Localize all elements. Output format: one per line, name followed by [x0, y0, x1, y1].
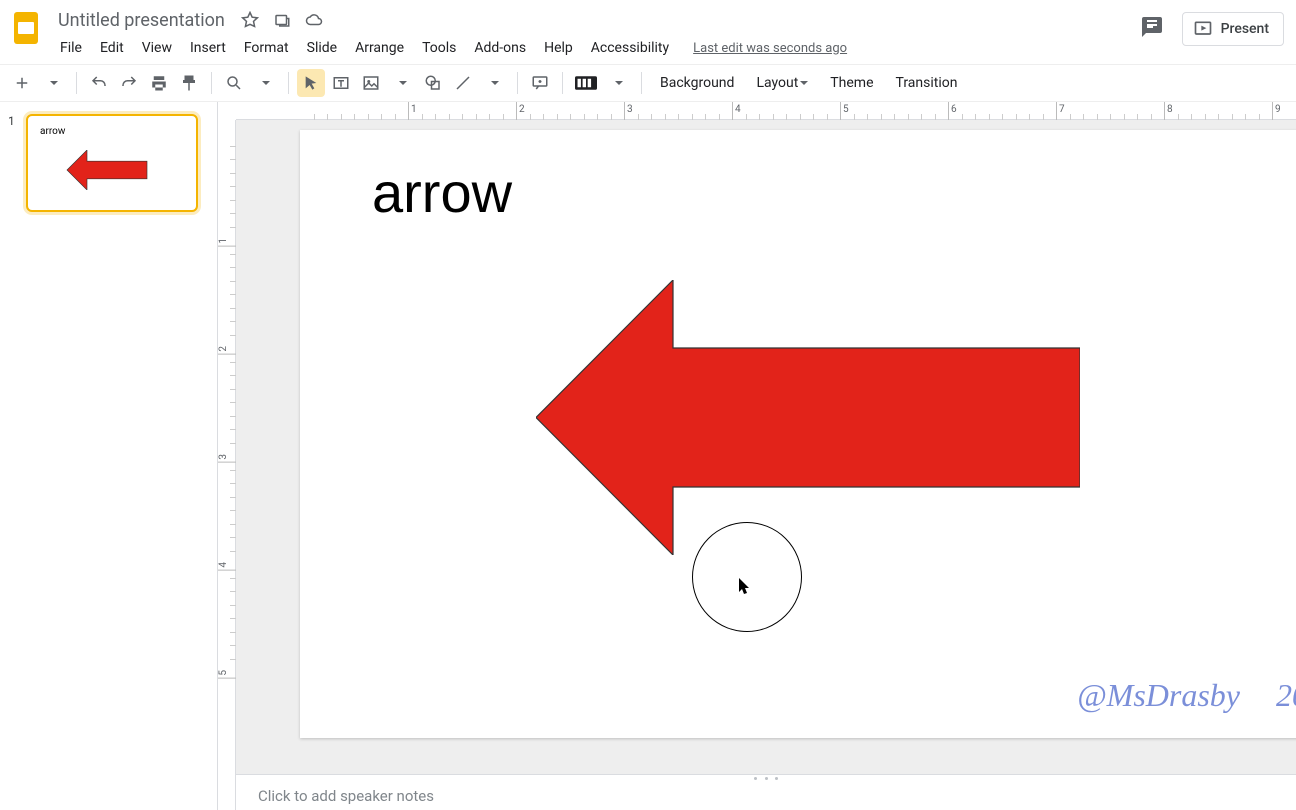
- ruler-tick: 9: [1272, 102, 1281, 120]
- print-button[interactable]: [145, 69, 173, 97]
- toolbar: Background Layout Theme Transition: [0, 64, 1296, 102]
- slide-canvas[interactable]: arrow @MsDrasby 2020: [300, 130, 1296, 738]
- slide-thumbnail[interactable]: 1 arrow: [10, 114, 207, 212]
- cloud-saved-icon[interactable]: [305, 11, 323, 29]
- doc-title[interactable]: Untitled presentation: [52, 8, 231, 33]
- ruler-tick: 7: [1056, 102, 1065, 120]
- vertical-ruler: 1 2 3 4 5: [218, 120, 236, 810]
- ruler-tick: 5: [840, 102, 849, 120]
- thumb-arrow-shape: [66, 150, 148, 194]
- present-button[interactable]: Present: [1182, 12, 1284, 46]
- masking-dropdown[interactable]: [605, 69, 633, 97]
- theme-button[interactable]: Theme: [820, 69, 883, 97]
- highlight-circle: [692, 522, 802, 632]
- horizontal-ruler: 1 2 3 4 5 6 7 8 9: [236, 102, 1296, 120]
- undo-button[interactable]: [85, 69, 113, 97]
- ruler-tick: 3: [218, 454, 236, 463]
- menu-accessibility[interactable]: Accessibility: [583, 36, 677, 60]
- image-tool[interactable]: [357, 69, 385, 97]
- menu-view[interactable]: View: [134, 36, 180, 60]
- move-icon[interactable]: [273, 11, 291, 29]
- line-dropdown[interactable]: [481, 69, 509, 97]
- background-button[interactable]: Background: [650, 69, 744, 97]
- ruler-tick: 1: [408, 102, 417, 120]
- shape-tool[interactable]: [419, 69, 447, 97]
- ruler-tick: 6: [948, 102, 957, 120]
- menu-arrange[interactable]: Arrange: [347, 36, 412, 60]
- slide-filmstrip[interactable]: 1 arrow: [0, 102, 218, 810]
- star-icon[interactable]: [241, 11, 259, 29]
- ruler-tick: 4: [732, 102, 741, 120]
- slides-logo[interactable]: [8, 10, 48, 50]
- menu-file[interactable]: File: [52, 36, 90, 60]
- thumb-number: 1: [8, 114, 15, 128]
- ruler-tick: 2: [218, 346, 236, 355]
- masking-tool[interactable]: [571, 69, 601, 97]
- menu-format[interactable]: Format: [236, 36, 297, 60]
- zoom-button[interactable]: [220, 69, 248, 97]
- thumb-title: arrow: [40, 126, 65, 137]
- ruler-tick: 8: [1164, 102, 1173, 120]
- zoom-dropdown[interactable]: [252, 69, 280, 97]
- ruler-tick: 1: [218, 238, 236, 247]
- ruler-tick: 4: [218, 562, 236, 571]
- ruler-tick: 5: [218, 670, 236, 679]
- menu-help[interactable]: Help: [536, 36, 581, 60]
- speaker-notes[interactable]: Click to add speaker notes: [236, 782, 1296, 810]
- present-label: Present: [1221, 21, 1269, 37]
- last-edit-link[interactable]: Last edit was seconds ago: [693, 41, 847, 56]
- ruler-tick: 3: [624, 102, 633, 120]
- chevron-down-icon: [800, 75, 808, 91]
- transition-button[interactable]: Transition: [886, 69, 968, 97]
- new-slide-dropdown[interactable]: [40, 69, 68, 97]
- ruler-tick: 2: [516, 102, 525, 120]
- menu-tools[interactable]: Tools: [414, 36, 464, 60]
- arrow-shape[interactable]: [536, 280, 1080, 559]
- watermark-text: @MsDrasby 2020: [1077, 677, 1296, 714]
- layout-button[interactable]: Layout: [746, 69, 818, 97]
- redo-button[interactable]: [115, 69, 143, 97]
- paint-format-button[interactable]: [175, 69, 203, 97]
- notes-splitter[interactable]: [236, 774, 1296, 782]
- cursor-icon: [738, 578, 752, 600]
- menu-slide[interactable]: Slide: [299, 36, 345, 60]
- line-tool[interactable]: [449, 69, 477, 97]
- menu-insert[interactable]: Insert: [182, 36, 234, 60]
- textbox-tool[interactable]: [327, 69, 355, 97]
- new-slide-button[interactable]: [8, 69, 36, 97]
- select-tool[interactable]: [297, 69, 325, 97]
- slide-title-text[interactable]: arrow: [372, 160, 512, 225]
- comment-tool[interactable]: [526, 69, 554, 97]
- menu-edit[interactable]: Edit: [92, 36, 132, 60]
- comments-button[interactable]: [1140, 15, 1164, 43]
- slide-stage[interactable]: arrow @MsDrasby 2020: [236, 120, 1296, 774]
- image-dropdown[interactable]: [389, 69, 417, 97]
- menu-addons[interactable]: Add-ons: [466, 36, 534, 60]
